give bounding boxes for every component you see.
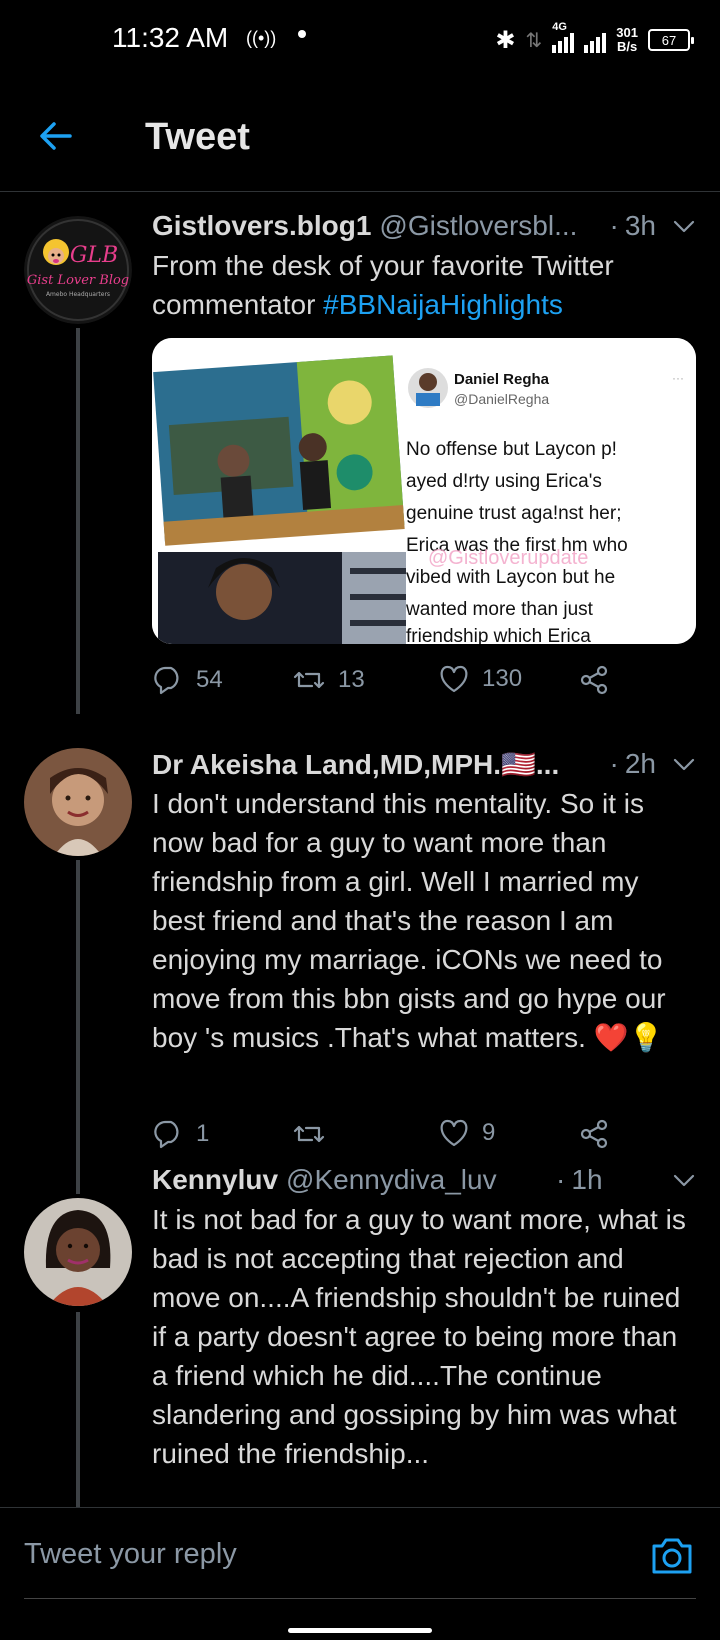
tweet-text: From the desk of your favorite Twitter c… xyxy=(152,250,614,320)
reply-icon xyxy=(154,1120,179,1149)
tweet-actions: 1 9 xyxy=(152,1118,622,1154)
signal-icon xyxy=(584,27,607,53)
retweet-button[interactable] xyxy=(292,1118,338,1150)
avatar[interactable] xyxy=(24,1198,132,1306)
reply-input[interactable]: Tweet your reply xyxy=(24,1538,237,1571)
tweet-time: 2h xyxy=(624,748,656,779)
thread-line xyxy=(76,860,80,1194)
avatar[interactable] xyxy=(24,748,132,856)
reply-button[interactable]: 54 xyxy=(152,664,223,696)
reply-count: 54 xyxy=(196,666,223,693)
heart-icon xyxy=(440,665,468,693)
watermark: @Gistloverupdate xyxy=(428,547,588,569)
svg-text:genuine trust aga!nst her;: genuine trust aga!nst her; xyxy=(406,503,621,524)
home-indicator[interactable] xyxy=(288,1628,432,1633)
bluetooth-icon: ✱ xyxy=(495,26,516,54)
reply-count: 1 xyxy=(196,1120,210,1147)
like-count: 130 xyxy=(482,665,523,692)
more-dots-icon: ··· xyxy=(672,371,684,385)
glb-logo-icon: GLB Gist Lover Blog Amebo Headquarters xyxy=(24,216,132,324)
svg-text:vibed with Laycon but he: vibed with Laycon but he xyxy=(406,567,615,588)
tweet-text: It is not bad for a guy to want more, wh… xyxy=(152,1204,686,1469)
svg-text:No offense but Laycon p!: No offense but Laycon p! xyxy=(406,439,617,460)
share-button[interactable] xyxy=(578,664,610,696)
like-button[interactable]: 130 xyxy=(438,664,522,694)
svg-text:wanted more than just: wanted more than just xyxy=(405,599,594,620)
page-title: Tweet xyxy=(145,116,250,158)
reply-button[interactable]: 1 xyxy=(152,1118,209,1150)
chevron-down-icon[interactable] xyxy=(672,1168,696,1192)
tweet-time: 1h xyxy=(571,1164,603,1195)
share-icon xyxy=(580,665,608,695)
status-icons: ✱ ⇅ 4G 301 B/s 67 xyxy=(495,21,694,58)
svg-text:ayed d!rty using Erica's: ayed d!rty using Erica's xyxy=(406,471,602,492)
status-time: 11:32 AM xyxy=(112,22,229,53)
avatar[interactable]: GLB Gist Lover Blog Amebo Headquarters xyxy=(24,216,132,324)
author-handle[interactable]: @Gistloversbl... xyxy=(379,210,603,242)
network-speed: 301 B/s xyxy=(616,25,638,54)
quoted-name: Daniel Regha xyxy=(454,371,550,388)
retweet-button[interactable]: 13 xyxy=(292,664,365,696)
data-arrows-icon: ⇅ xyxy=(525,29,543,52)
author-name[interactable]: Dr Akeisha Land,MD,MPH.🇺🇸... xyxy=(152,748,559,781)
heart-icon xyxy=(440,1119,468,1147)
signal-4g-icon: 4G xyxy=(552,21,575,53)
profile-photo-icon xyxy=(24,748,132,856)
tweet-actions: 54 13 130 xyxy=(152,664,622,700)
svg-text:GLB: GLB xyxy=(70,243,118,268)
quoted-handle: @DanielRegha xyxy=(454,391,549,407)
author-name[interactable]: Kennyluv xyxy=(152,1164,278,1196)
reply-icon xyxy=(154,666,179,695)
author-name[interactable]: Gistlovers.blog1 xyxy=(152,210,371,242)
thread-line xyxy=(76,1312,80,1508)
retweet-count: 13 xyxy=(338,666,365,693)
divider xyxy=(24,1598,696,1599)
retweet-icon xyxy=(293,1125,325,1143)
share-button[interactable] xyxy=(578,1118,610,1150)
tweet-time: 3h xyxy=(624,210,656,241)
profile-photo-icon xyxy=(24,1198,132,1306)
tweet-text: I don't understand this mentality. So it… xyxy=(152,788,666,1053)
tweet-image[interactable]: Daniel Regha @DanielRegha ··· No offense… xyxy=(152,338,696,644)
status-bar: 11:32 AM ((•)) ✱ ⇅ 4G 301 B/s 67 xyxy=(0,0,720,80)
svg-text:Gist Lover Blog: Gist Lover Blog xyxy=(27,273,129,288)
hashtag-link[interactable]: #BBNaijaHighlights xyxy=(323,289,563,320)
like-count: 9 xyxy=(482,1119,496,1146)
thread-line xyxy=(76,328,80,714)
battery-icon: 67 xyxy=(648,29,694,51)
like-button[interactable]: 9 xyxy=(438,1118,495,1148)
chevron-down-icon[interactable] xyxy=(672,214,696,238)
notification-dot-icon xyxy=(298,30,306,38)
app-bar: Tweet xyxy=(0,80,720,192)
back-arrow-icon[interactable] xyxy=(36,116,76,156)
author-handle[interactable]: @Kennydiva_luv xyxy=(286,1164,550,1196)
svg-text:Amebo Headquarters: Amebo Headquarters xyxy=(46,291,110,298)
reply-composer: Tweet your reply xyxy=(0,1507,720,1602)
screenshot-image: Daniel Regha @DanielRegha ··· No offense… xyxy=(152,338,696,644)
retweet-icon xyxy=(293,671,325,689)
chevron-down-icon[interactable] xyxy=(672,752,696,776)
camera-icon[interactable] xyxy=(650,1534,694,1576)
svg-text:friendship which Erica: friendship which Erica xyxy=(406,626,591,644)
radio-icon: ((•)) xyxy=(246,28,277,48)
share-icon xyxy=(580,1119,608,1149)
